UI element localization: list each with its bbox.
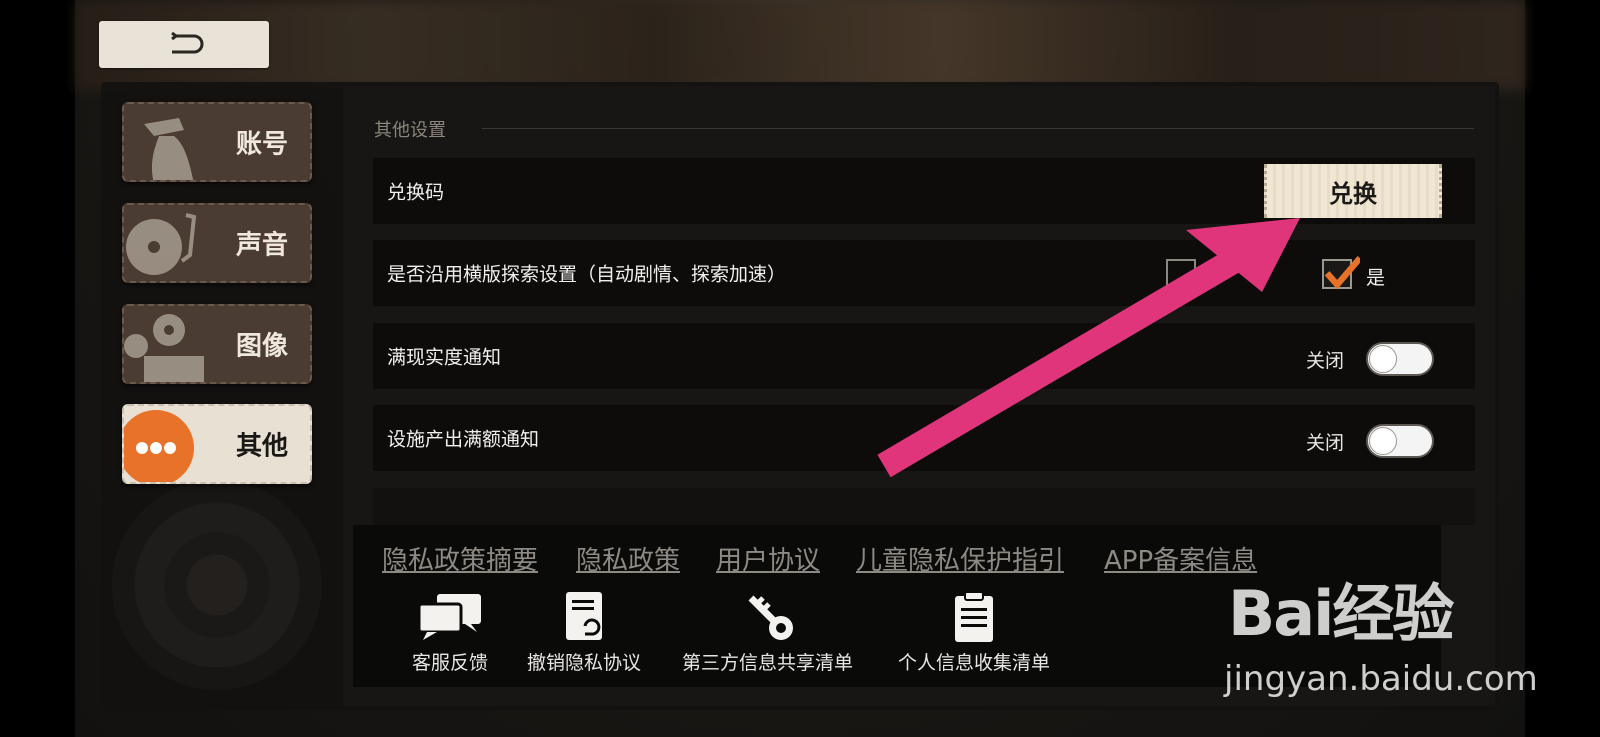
child-privacy-link[interactable]: 儿童隐私保护指引 [856, 540, 1064, 577]
third-party-sharing-button[interactable]: 第三方信息共享清单 [682, 592, 853, 675]
back-arrow-icon [171, 31, 204, 53]
explore-yes-checkbox[interactable] [1322, 256, 1360, 290]
redeem-button-label: 兑换 [1329, 179, 1377, 208]
sidebar-item-label: 其他 [235, 431, 288, 462]
gear-decoration [112, 480, 322, 690]
setting-row-explore: 是否沿用横版探索设置（自动剧情、探索加速） [373, 240, 1475, 306]
background-blur [75, 0, 1525, 90]
fulfillment-toggle[interactable] [1366, 342, 1434, 376]
revoke-privacy-button[interactable]: 撤销隐私协议 [527, 592, 641, 675]
toggle-knob [1369, 345, 1397, 373]
sidebar-item-other[interactable]: 其他 [122, 404, 312, 484]
sidebar-item-label: 图像 [235, 331, 288, 362]
sidebar-item-image[interactable]: 图像 [122, 304, 312, 384]
baidu-watermark: Bai经验 jingyan.baidu.com [1224, 563, 1538, 699]
back-button[interactable] [99, 21, 269, 68]
customer-feedback-button[interactable]: 客服反馈 [412, 592, 488, 675]
sidebar-item-label: 账号 [235, 129, 288, 160]
key-icon [748, 595, 793, 640]
section-divider [482, 128, 1474, 129]
privacy-summary-link[interactable]: 隐私政策摘要 [382, 540, 538, 577]
document-revoke-icon [566, 592, 602, 640]
setting-label: 满现实度通知 [387, 346, 502, 369]
personal-info-collection-label: 个人信息收集清单 [898, 652, 1051, 674]
setting-label: 兑换码 [387, 181, 445, 204]
setting-label: 设施产出满额通知 [387, 428, 540, 451]
third-party-sharing-label: 第三方信息共享清单 [682, 652, 854, 674]
detective-icon [144, 118, 194, 180]
user-agreement-link[interactable]: 用户协议 [716, 540, 820, 577]
explore-no-checkbox[interactable] [1166, 259, 1196, 289]
sidebar-item-account[interactable]: 账号 [122, 102, 312, 182]
chat-bubbles-icon [417, 594, 481, 640]
toggle-knob [1369, 427, 1397, 455]
personal-info-collection-button[interactable]: 个人信息收集清单 [898, 592, 1050, 675]
redeem-button[interactable]: 兑换 [1264, 164, 1442, 218]
explore-yes-label: 是 [1366, 267, 1386, 289]
checkmark-icon [1324, 256, 1360, 290]
customer-feedback-label: 客服反馈 [412, 652, 489, 674]
revoke-privacy-label: 撤销隐私协议 [527, 652, 642, 674]
facility-toggle[interactable] [1366, 424, 1434, 458]
turntable-icon [126, 213, 197, 275]
sidebar-item-label: 声音 [235, 230, 288, 261]
watermark-url: jingyan.baidu.com [1224, 659, 1538, 699]
setting-label: 是否沿用横版探索设置（自动剧情、探索加速） [387, 263, 787, 286]
privacy-policy-link[interactable]: 隐私政策 [576, 540, 680, 577]
section-title: 其他设置 [374, 120, 446, 141]
more-dots-icon [124, 410, 194, 482]
film-projector-icon [124, 314, 204, 382]
clipboard-icon [955, 592, 993, 642]
sidebar-item-sound[interactable]: 声音 [122, 203, 312, 283]
watermark-logo: Bai经验 [1228, 577, 1454, 650]
fulfillment-state-label: 关闭 [1306, 350, 1345, 372]
facility-state-label: 关闭 [1306, 432, 1345, 454]
setting-row-partial [373, 488, 1475, 525]
